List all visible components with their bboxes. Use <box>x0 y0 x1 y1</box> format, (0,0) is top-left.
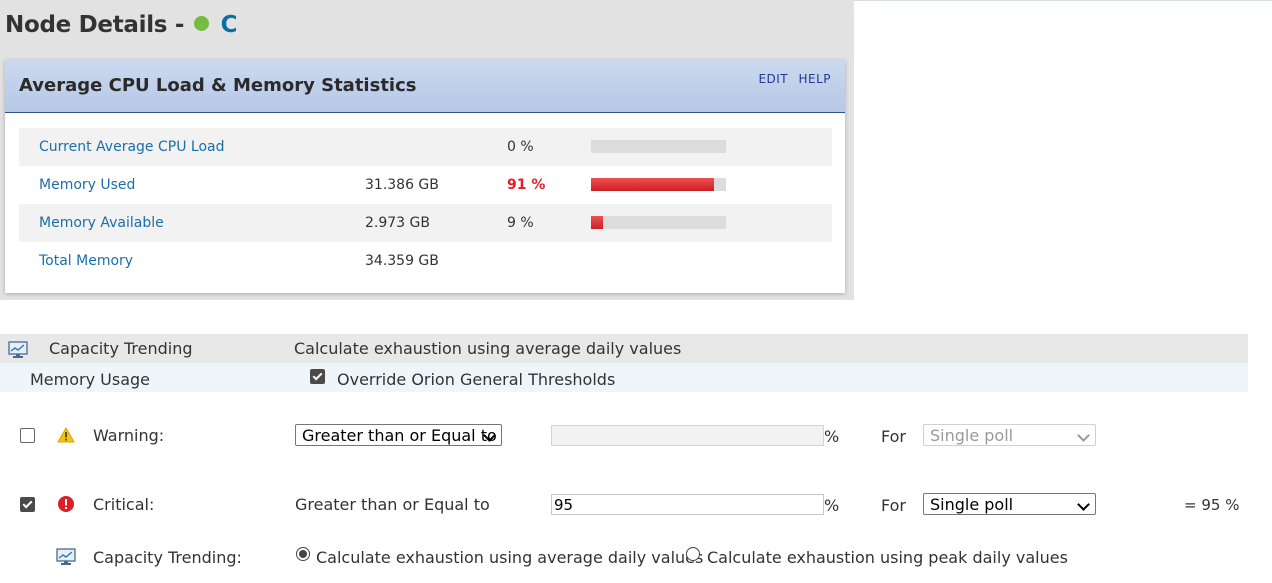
override-thresholds-checkbox[interactable] <box>310 369 325 384</box>
critical-result-text: = 95 % <box>1184 496 1240 514</box>
warning-label: Warning: <box>93 426 165 445</box>
stat-row-cpu-load: Current Average CPU Load 0 % <box>19 128 832 166</box>
critical-operator-text: Greater than or Equal to <box>295 495 490 514</box>
cpu-memory-panel: Average CPU Load & Memory Statistics EDI… <box>5 60 845 293</box>
warning-enable-checkbox[interactable] <box>20 428 35 443</box>
chevron-down-icon <box>1077 498 1090 511</box>
average-daily-radio[interactable] <box>296 547 310 561</box>
critical-poll-select[interactable]: Single poll <box>923 493 1096 515</box>
stat-label[interactable]: Total Memory <box>39 253 133 269</box>
stat-percent: 9 % <box>507 215 534 231</box>
memory-usage-row: Memory Usage Override Orion General Thre… <box>0 363 1248 392</box>
usage-bar-fill <box>591 178 714 191</box>
stat-label[interactable]: Memory Available <box>39 215 164 231</box>
chart-monitor-icon <box>56 548 76 570</box>
critical-poll-value: Single poll <box>930 495 1014 514</box>
usage-bar-fill <box>591 216 604 229</box>
edit-link[interactable]: EDIT <box>758 72 788 86</box>
stat-value: 2.973 GB <box>365 215 430 231</box>
capacity-trending-option-label: Capacity Trending: <box>93 548 242 567</box>
panel-actions: EDIT HELP <box>752 72 831 86</box>
critical-circle-icon <box>57 495 75 517</box>
warning-poll-value: Single poll <box>930 426 1014 445</box>
usage-bar <box>591 178 726 191</box>
chart-monitor-icon <box>8 341 28 363</box>
stat-percent: 91 % <box>507 177 546 193</box>
average-daily-radio-label[interactable]: Calculate exhaustion using average daily… <box>316 548 703 567</box>
stat-label[interactable]: Current Average CPU Load <box>39 139 224 155</box>
warning-operator-value: Greater than or Equal to <box>302 426 497 445</box>
critical-enable-checkbox[interactable] <box>20 497 35 512</box>
node-name: C <box>220 12 238 38</box>
capacity-trending-option-row: Capacity Trending: Calculate exhaustion … <box>0 538 1272 578</box>
capacity-trending-label: Capacity Trending <box>49 339 193 358</box>
critical-for-label: For <box>881 496 906 515</box>
warning-threshold-row: Warning: Greater than or Equal to % For … <box>0 416 1272 456</box>
node-status-icon <box>193 16 209 31</box>
capacity-trending-row: Capacity Trending Calculate exhaustion u… <box>0 334 1248 363</box>
top-divider-line <box>854 0 1272 1</box>
warning-value-input[interactable] <box>551 425 824 446</box>
stat-value: 31.386 GB <box>365 177 439 193</box>
warning-poll-select[interactable]: Single poll <box>923 424 1096 446</box>
peak-daily-radio-label[interactable]: Calculate exhaustion using peak daily va… <box>707 548 1068 567</box>
node-details-area: Node Details - C Average CPU Load & Memo… <box>0 0 854 300</box>
page-title: Node Details - C <box>5 12 237 38</box>
stat-label[interactable]: Memory Used <box>39 177 135 193</box>
critical-unit: % <box>824 496 840 515</box>
warning-for-label: For <box>881 427 906 446</box>
memory-usage-label: Memory Usage <box>30 370 151 389</box>
stat-row-memory-available: Memory Available 2.973 GB 9 % <box>19 204 832 242</box>
critical-threshold-row: Critical: Greater than or Equal to 95 % … <box>0 485 1272 525</box>
help-link[interactable]: HELP <box>798 72 831 86</box>
capacity-trending-value: Calculate exhaustion using average daily… <box>294 339 682 358</box>
chevron-down-icon <box>1077 429 1090 442</box>
page-title-prefix: Node Details - <box>5 12 185 38</box>
warning-triangle-icon <box>57 426 75 447</box>
critical-label: Critical: <box>93 495 155 514</box>
panel-header: Average CPU Load & Memory Statistics EDI… <box>5 60 845 113</box>
stat-row-memory-used: Memory Used 31.386 GB 91 % <box>19 166 832 204</box>
warning-unit: % <box>824 427 840 446</box>
override-thresholds-label[interactable]: Override Orion General Thresholds <box>337 370 615 389</box>
usage-bar <box>591 216 726 229</box>
warning-operator-select[interactable]: Greater than or Equal to <box>295 424 502 446</box>
peak-daily-radio[interactable] <box>686 547 700 561</box>
panel-title: Average CPU Load & Memory Statistics <box>19 75 417 96</box>
stat-percent: 0 % <box>507 139 534 155</box>
critical-value-input[interactable]: 95 <box>551 494 824 515</box>
stat-value: 34.359 GB <box>365 253 439 269</box>
usage-bar <box>591 140 726 153</box>
stat-row-total-memory: Total Memory 34.359 GB <box>19 242 832 280</box>
